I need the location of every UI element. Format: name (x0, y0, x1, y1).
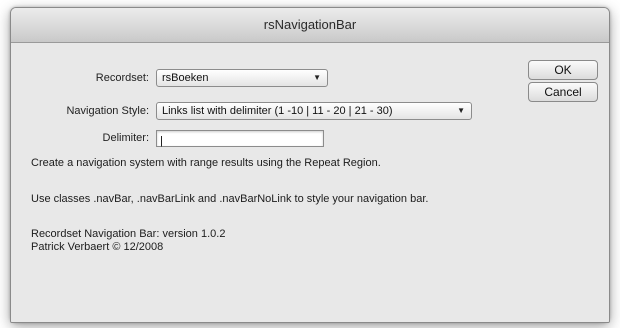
chevron-down-icon: ▼ (313, 73, 321, 82)
copyright-text: Patrick Verbaert © 12/2008 (31, 241, 164, 253)
window-title: rsNavigationBar (263, 17, 357, 32)
delimiter-value: | (160, 135, 163, 147)
description-text: Create a navigation system with range re… (31, 157, 381, 169)
cancel-button[interactable]: Cancel (528, 82, 598, 102)
navigation-style-select[interactable]: Links list with delimiter (1 -10 | 11 - … (156, 102, 472, 120)
recordset-value: rsBoeken (162, 72, 209, 84)
delimiter-label: Delimiter: (102, 132, 149, 144)
version-text: Recordset Navigation Bar: version 1.0.2 (31, 228, 226, 240)
recordset-label: Recordset: (95, 72, 149, 84)
dialog-window: rsNavigationBar Recordset: rsBoeken ▼ Na… (10, 7, 610, 323)
dialog-content: Recordset: rsBoeken ▼ Navigation Style: … (11, 43, 609, 322)
ok-button[interactable]: OK (528, 60, 598, 80)
recordset-select[interactable]: rsBoeken ▼ (156, 69, 328, 87)
styling-hint-text: Use classes .navBar, .navBarLink and .na… (31, 193, 429, 205)
title-bar: rsNavigationBar (11, 8, 609, 43)
delimiter-field[interactable]: | (156, 130, 324, 147)
chevron-down-icon: ▼ (457, 106, 465, 115)
navigation-style-value: Links list with delimiter (1 -10 | 11 - … (162, 105, 393, 117)
navigation-style-label: Navigation Style: (66, 105, 149, 117)
